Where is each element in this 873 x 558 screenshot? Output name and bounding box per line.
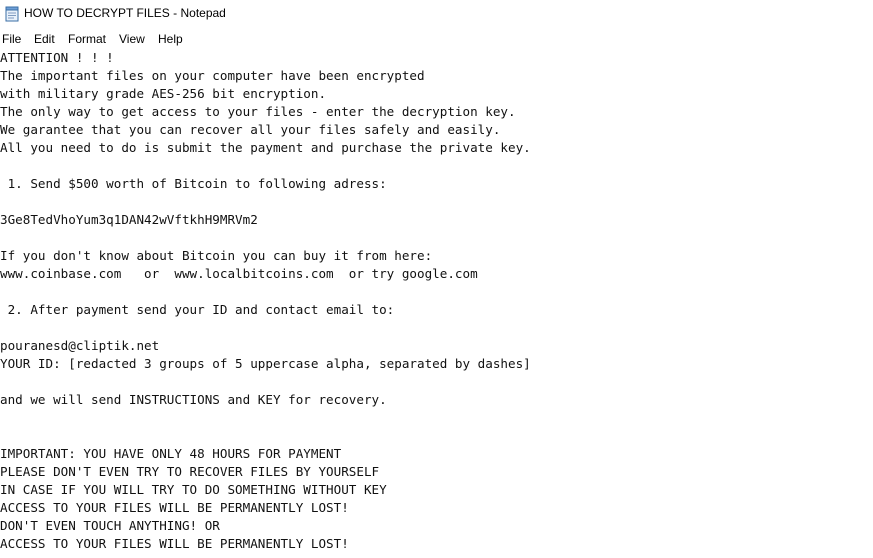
text-line: All you need to do is submit the payment… [0, 140, 531, 155]
text-line: The important files on your computer hav… [0, 68, 425, 83]
notepad-window: HOW TO DECRYPT FILES - Notepad File Edit… [0, 0, 873, 558]
text-line: 2. After payment send your ID and contac… [0, 302, 395, 317]
menu-format[interactable]: Format [68, 32, 106, 46]
menu-file[interactable]: File [2, 32, 21, 46]
title-bar[interactable]: HOW TO DECRYPT FILES - Notepad [0, 0, 873, 28]
window-title: HOW TO DECRYPT FILES - Notepad [24, 6, 226, 20]
text-line: ACCESS TO YOUR FILES WILL BE PERMANENTLY… [0, 536, 349, 551]
text-line: with military grade AES-256 bit encrypti… [0, 86, 327, 101]
text-line: YOUR ID: [redacted 3 groups of 5 upperca… [0, 356, 531, 371]
notepad-icon [5, 6, 19, 22]
menu-view[interactable]: View [119, 32, 145, 46]
menu-edit[interactable]: Edit [34, 32, 55, 46]
menu-bar: File Edit Format View Help [0, 29, 873, 50]
text-line: 3Ge8TedVhoYum3q1DAN42wVftkhH9MRVm2 [0, 212, 258, 227]
menu-help[interactable]: Help [158, 32, 183, 46]
text-editor-area[interactable]: ATTENTION ! ! ! The important files on yo… [0, 49, 873, 558]
text-line: and we will send INSTRUCTIONS and KEY fo… [0, 392, 387, 407]
text-line: The only way to get access to your files… [0, 104, 516, 119]
text-line: ACCESS TO YOUR FILES WILL BE PERMANENTLY… [0, 500, 349, 515]
text-line: DON'T EVEN TOUCH ANYTHING! OR [0, 518, 220, 533]
text-line: www.coinbase.com or www.localbitcoins.co… [0, 266, 478, 281]
text-line: We garantee that you can recover all you… [0, 122, 501, 137]
text-line: ATTENTION ! ! ! [0, 50, 114, 65]
text-line: pouranesd@cliptik.net [0, 338, 160, 353]
text-line: IMPORTANT: YOU HAVE ONLY 48 HOURS FOR PA… [0, 446, 342, 461]
text-line: If you don't know about Bitcoin you can … [0, 248, 433, 263]
text-line: 1. Send $500 worth of Bitcoin to followi… [0, 176, 387, 191]
text-line: PLEASE DON'T EVEN TRY TO RECOVER FILES B… [0, 464, 380, 479]
text-line: IN CASE IF YOU WILL TRY TO DO SOMETHING … [0, 482, 387, 497]
